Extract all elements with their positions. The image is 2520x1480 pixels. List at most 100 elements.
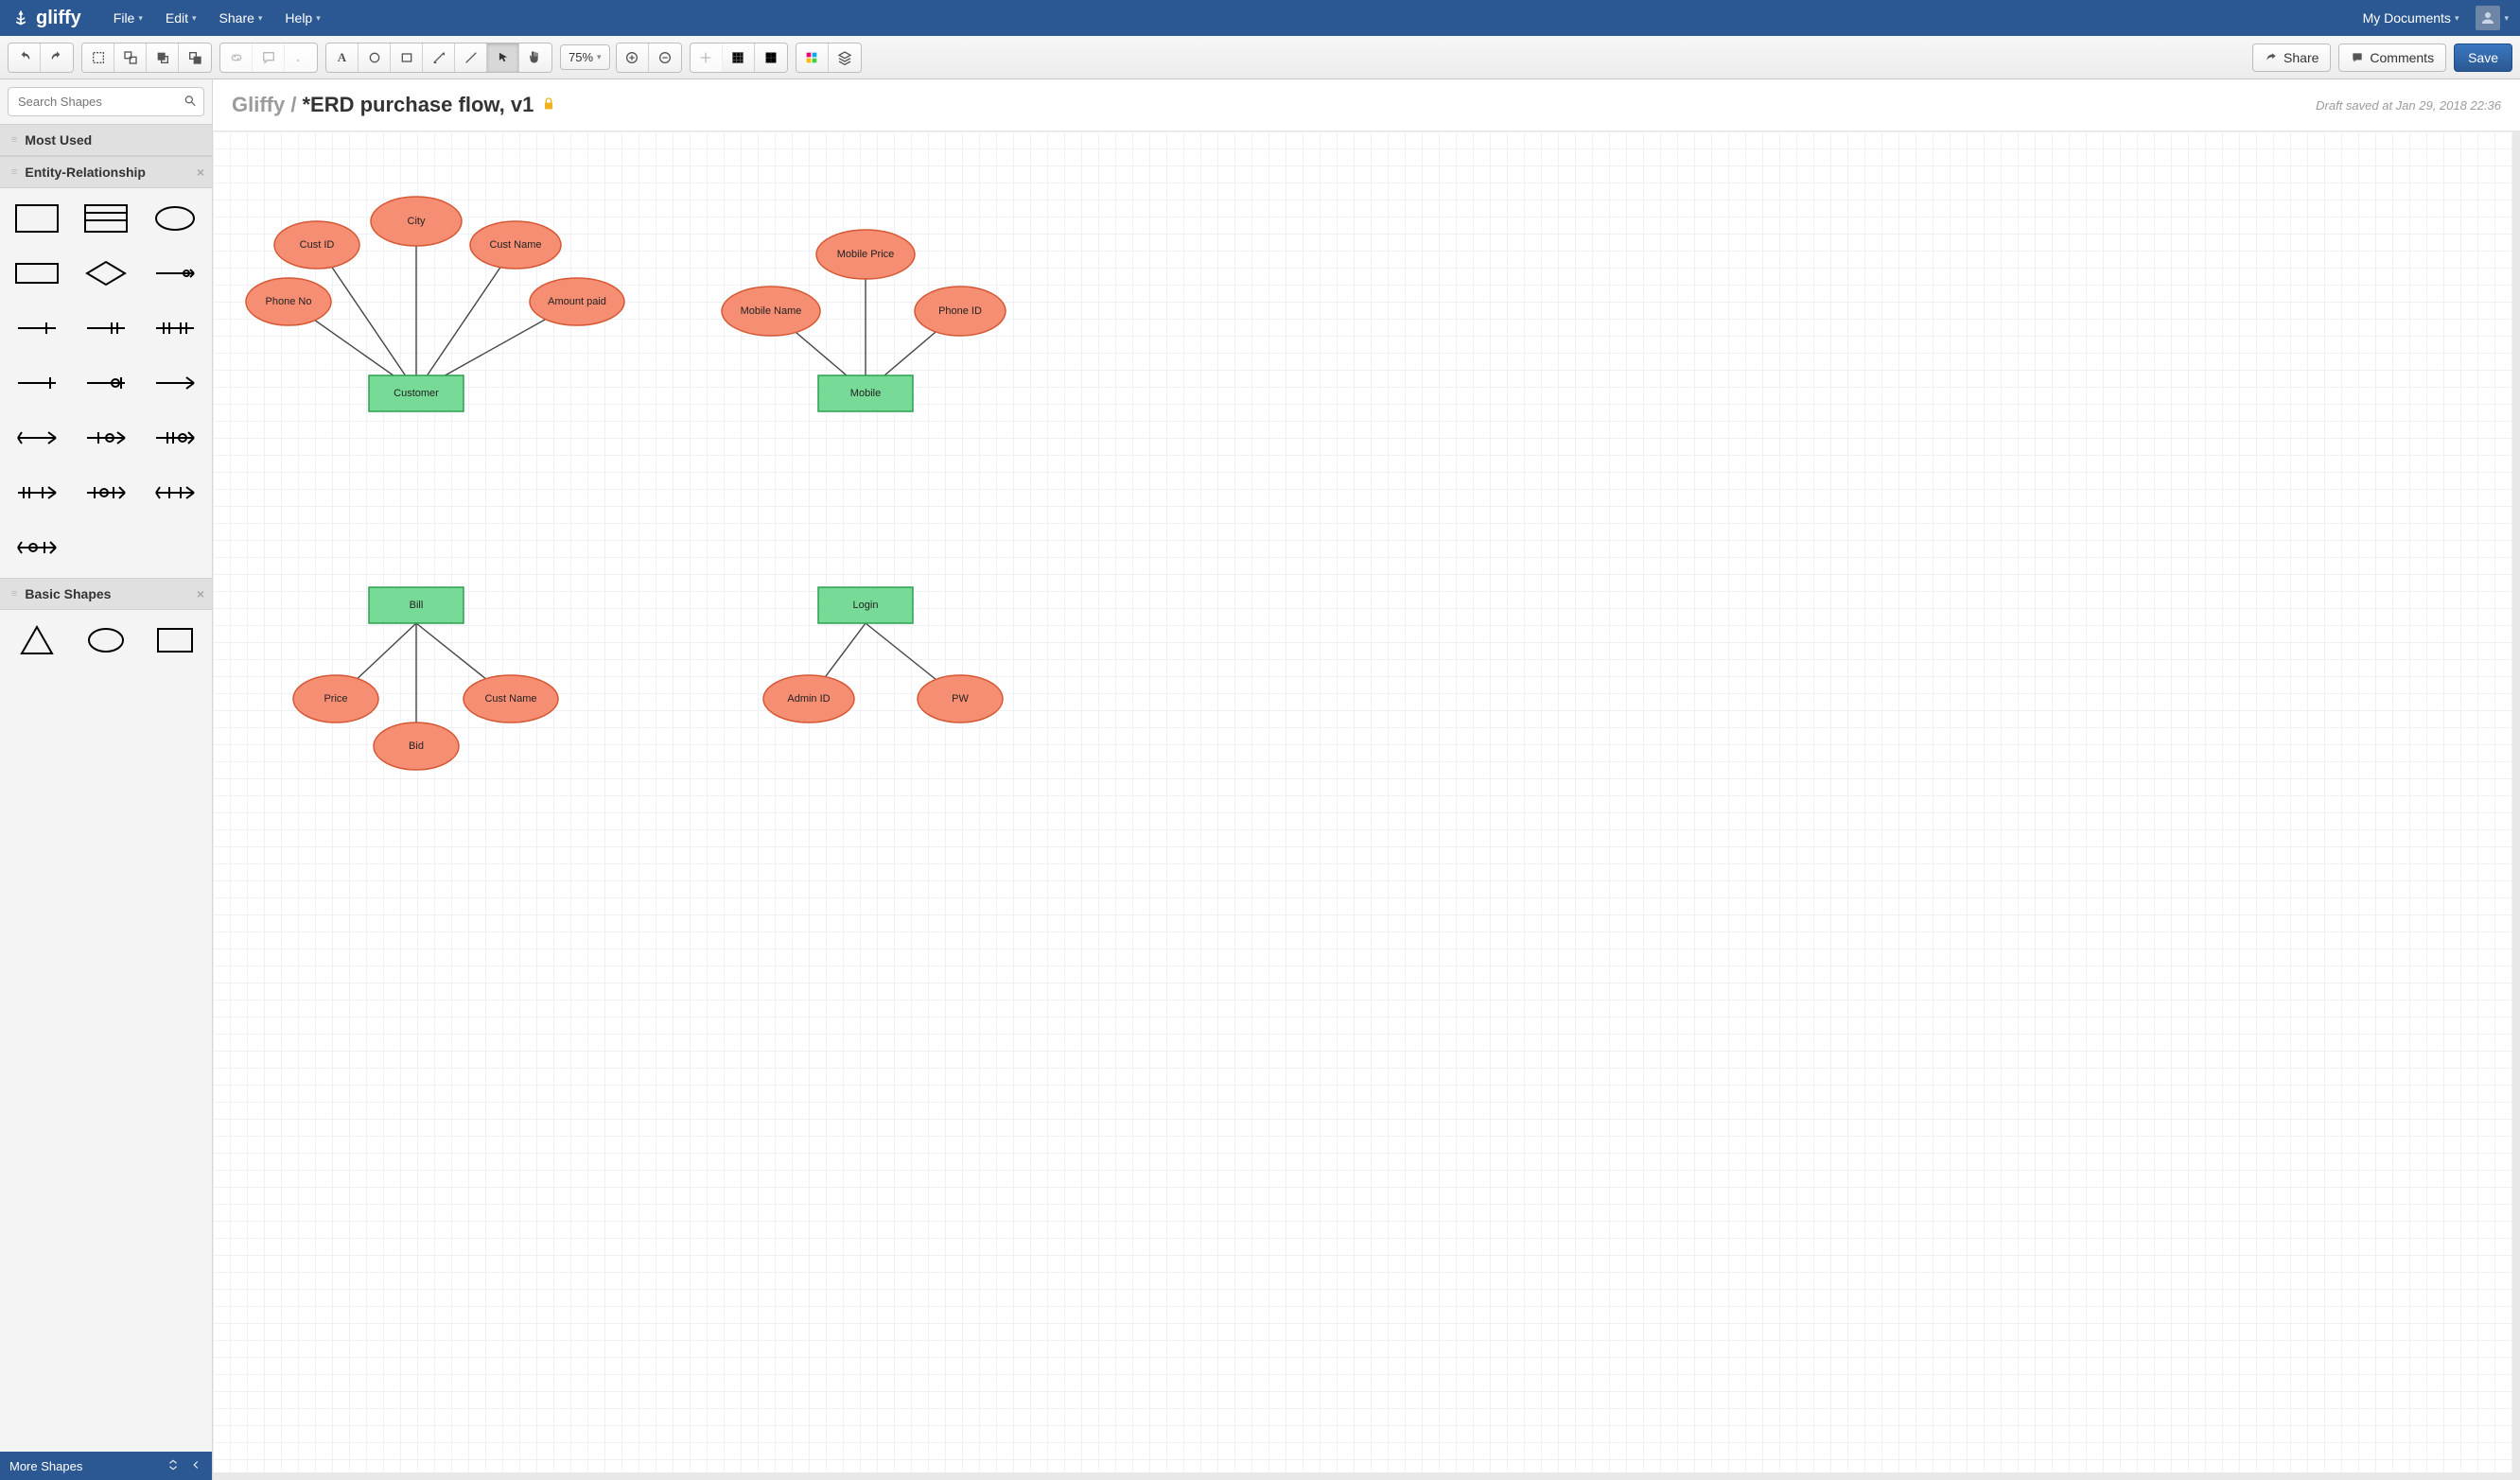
more-shapes-link[interactable]: More Shapes [9,1459,82,1473]
shape-cardinality-2[interactable] [79,309,134,347]
ungroup-button[interactable] [114,44,147,72]
shape-triangle[interactable] [9,621,65,659]
chevron-down-icon: ▾ [2455,13,2459,24]
svg-text:Phone ID: Phone ID [938,305,982,317]
connector-tool[interactable] [423,44,455,72]
redo-icon [49,50,64,65]
grid-group [690,43,788,73]
section-entity-relationship[interactable]: ≡ Entity-Relationship × [0,156,212,188]
send-back-button[interactable] [179,44,211,72]
shape-cardinality-6[interactable] [147,364,202,402]
shape-cardinality-5[interactable] [79,364,134,402]
breadcrumb[interactable]: Gliffy / [232,93,296,117]
shape-relationship[interactable] [79,254,134,292]
shape-cardinality-4[interactable] [9,364,65,402]
menu-help[interactable]: Help▾ [275,5,329,31]
login-cluster[interactable]: Login Admin ID PW [763,587,1003,723]
draw-group: A [325,43,552,73]
theme-button[interactable] [796,44,829,72]
popup-icon [293,50,308,65]
chevron-down-icon: ▾ [192,13,197,24]
zoom-in-button[interactable] [617,44,649,72]
shape-weak-entity[interactable] [9,254,65,292]
chevron-down-icon[interactable]: ▾ [2504,13,2509,24]
bring-front-button[interactable] [147,44,179,72]
shape-entity-header[interactable] [79,200,134,237]
svg-text:PW: PW [952,693,969,705]
zoom-out-button[interactable] [649,44,681,72]
theme-icon [804,50,819,65]
main-menu: File▾ Edit▾ Share▾ Help▾ [104,5,330,31]
undo-icon [17,50,32,65]
rect-tool[interactable] [391,44,423,72]
shape-cardinality-13[interactable] [9,529,65,566]
menu-file[interactable]: File▾ [104,5,152,31]
search-icon[interactable] [184,94,197,110]
share-button[interactable]: Share [2252,44,2331,72]
search-input[interactable] [8,87,204,116]
group-button[interactable] [82,44,114,72]
expand-icon[interactable] [166,1458,180,1474]
pointer-tool[interactable] [487,44,519,72]
app-name: gliffy [36,8,81,29]
pan-tool[interactable] [519,44,551,72]
main-area: ≡ Most Used ≡ Entity-Relationship × [0,79,2520,1480]
shape-line-mark[interactable] [147,254,202,292]
close-icon[interactable]: × [197,165,204,180]
connector-icon [431,50,446,65]
redo-button[interactable] [41,44,73,72]
shape-rectangle[interactable] [147,621,202,659]
save-status: Draft saved at Jan 29, 2018 22:36 [2316,98,2501,113]
shape-attribute[interactable] [147,200,202,237]
shape-cardinality-10[interactable] [9,474,65,512]
sidebar-footer: More Shapes [0,1452,212,1480]
svg-text:Cust Name: Cust Name [484,693,536,705]
user-avatar[interactable] [2476,6,2500,30]
doc-title[interactable]: *ERD purchase flow, v1 [302,93,534,117]
annotate-group [219,43,318,73]
svg-text:Mobile Name: Mobile Name [741,305,802,317]
shape-cardinality-7[interactable] [9,419,65,457]
undo-button[interactable] [9,44,41,72]
collapse-sidebar-icon[interactable] [189,1458,202,1474]
bill-cluster[interactable]: Bill Price Bid Cust Name [293,587,558,770]
shape-cardinality-8[interactable] [79,419,134,457]
customer-cluster[interactable]: Phone No Cust ID City Cust Name Amount p… [246,197,624,411]
app-logo[interactable]: gliffy [11,8,81,29]
shape-ellipse[interactable] [79,621,134,659]
line-tool[interactable] [455,44,487,72]
guides-button[interactable] [755,44,787,72]
grid-button[interactable] [723,44,755,72]
layers-button[interactable] [829,44,861,72]
menu-share[interactable]: Share▾ [210,5,272,31]
shape-cardinality-3[interactable] [147,309,202,347]
save-button[interactable]: Save [2454,44,2512,72]
menu-edit[interactable]: Edit▾ [156,5,206,31]
shapes-sidebar: ≡ Most Used ≡ Entity-Relationship × [0,79,213,1480]
top-nav: gliffy File▾ Edit▾ Share▾ Help▾ My Docum… [0,0,2520,36]
ellipse-tool[interactable] [359,44,391,72]
menu-my-documents[interactable]: My Documents▾ [2354,5,2469,31]
shape-cardinality-12[interactable] [147,474,202,512]
svg-text:Amount paid: Amount paid [548,296,606,307]
shape-cardinality-11[interactable] [79,474,134,512]
shape-cardinality-9[interactable] [147,419,202,457]
svg-text:Mobile Price: Mobile Price [837,249,895,260]
close-icon[interactable]: × [197,586,204,601]
section-most-used[interactable]: ≡ Most Used [0,124,212,156]
chevron-down-icon: ▾ [138,13,143,24]
section-basic-shapes[interactable]: ≡ Basic Shapes × [0,578,212,610]
theme-group [796,43,862,73]
hand-icon [528,50,543,65]
shape-cardinality-1[interactable] [9,309,65,347]
snap-icon [698,50,713,65]
comments-button[interactable]: Comments [2338,44,2446,72]
canvas[interactable]: Phone No Cust ID City Cust Name Amount p… [213,131,2512,1472]
lock-icon [541,96,556,114]
svg-text:Bill: Bill [410,600,424,611]
text-tool[interactable]: A [326,44,359,72]
mobile-cluster[interactable]: Mobile Name Mobile Price Phone ID Mobile [722,230,1006,411]
zoom-select[interactable]: 75%▾ [560,44,610,70]
logo-icon [11,9,30,27]
shape-entity[interactable] [9,200,65,237]
